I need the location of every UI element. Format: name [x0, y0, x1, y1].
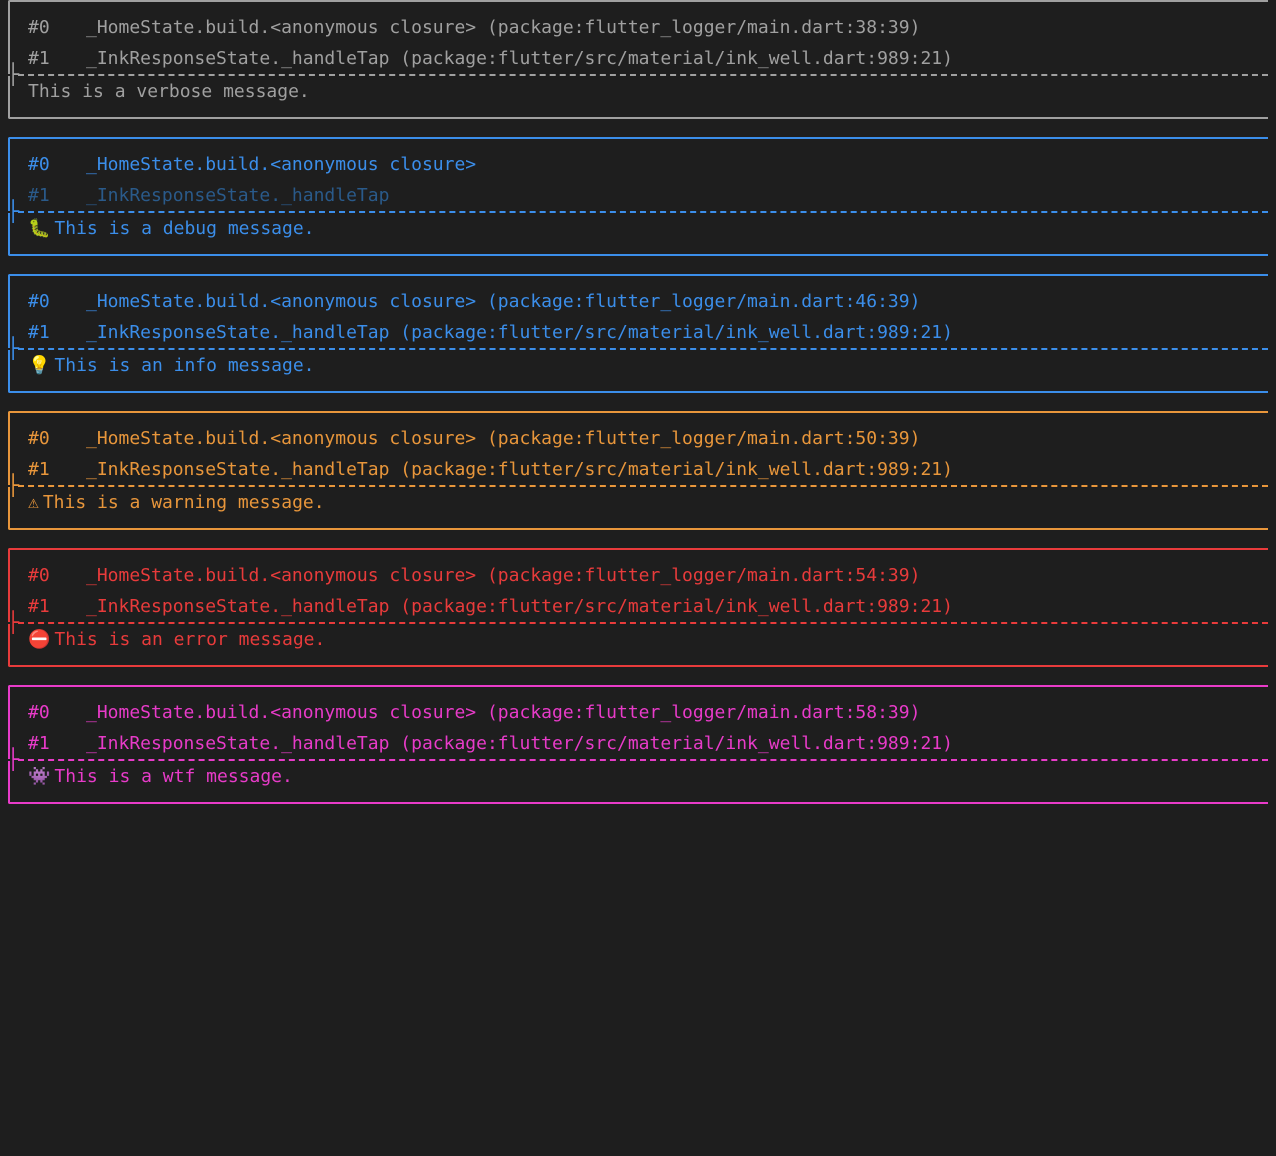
stack-frame: #0_HomeState.build.<anonymous closure> (…	[8, 423, 1268, 454]
box-bottom-border	[8, 381, 1268, 393]
frame-text: _HomeState.build.<anonymous closure> (pa…	[86, 17, 920, 38]
frame-text: _InkResponseState._handleTap (package:fl…	[86, 733, 953, 754]
frame-number: #1	[28, 593, 86, 620]
box-divider	[8, 211, 1268, 213]
log-entry-info: #0_HomeState.build.<anonymous closure> (…	[0, 274, 1276, 393]
stack-frame: #0_HomeState.build.<anonymous closure> (…	[8, 286, 1268, 317]
box-top-border	[8, 685, 1268, 697]
frame-text: _InkResponseState._handleTap (package:fl…	[86, 459, 953, 480]
box-divider	[8, 348, 1268, 350]
stack-frame: #1_InkResponseState._handleTap (package:…	[8, 728, 1268, 759]
frame-text: _HomeState.build.<anonymous closure>	[86, 154, 476, 175]
box-bottom-border	[8, 655, 1268, 667]
log-message-line: ⛔This is an error message.	[8, 624, 1268, 655]
stack-frame: #0_HomeState.build.<anonymous closure> (…	[8, 560, 1268, 591]
frame-text: _HomeState.build.<anonymous closure> (pa…	[86, 702, 920, 723]
info-icon: 💡	[28, 352, 50, 379]
box-bottom-border	[8, 792, 1268, 804]
box-divider	[8, 622, 1268, 624]
log-message-text: This is a debug message.	[54, 218, 314, 239]
log-message-line: 💡This is an info message.	[8, 350, 1268, 381]
log-entry-warning: #0_HomeState.build.<anonymous closure> (…	[0, 411, 1276, 530]
frame-text: _InkResponseState._handleTap (package:fl…	[86, 322, 953, 343]
stack-frame: #1_InkResponseState._handleTap (package:…	[8, 591, 1268, 622]
box-top-border	[8, 548, 1268, 560]
frame-number: #1	[28, 319, 86, 346]
error-icon: ⛔	[28, 626, 50, 653]
frame-number: #0	[28, 288, 86, 315]
stack-frame: #0_HomeState.build.<anonymous closure>	[8, 149, 1268, 180]
stack-frame: #1_InkResponseState._handleTap (package:…	[8, 43, 1268, 74]
frame-text: _InkResponseState._handleTap (package:fl…	[86, 48, 953, 69]
log-message-text: This is a warning message.	[43, 492, 325, 513]
warning-icon: ⚠	[28, 489, 39, 516]
frame-text: _HomeState.build.<anonymous closure> (pa…	[86, 428, 920, 449]
box-top-border	[8, 274, 1268, 286]
log-message-text: This is a verbose message.	[28, 81, 310, 102]
frame-number: #1	[28, 730, 86, 757]
frame-number: #1	[28, 182, 86, 209]
box-top-border	[8, 137, 1268, 149]
log-message-text: This is an error message.	[54, 629, 325, 650]
box-bottom-border	[8, 518, 1268, 530]
log-entry-debug: #0_HomeState.build.<anonymous closure>#1…	[0, 137, 1276, 256]
box-divider	[8, 74, 1268, 76]
stack-frame: #1_InkResponseState._handleTap (package:…	[8, 454, 1268, 485]
log-message-line: 🐛This is a debug message.	[8, 213, 1268, 244]
box-bottom-border	[8, 244, 1268, 256]
log-message-text: This is an info message.	[54, 355, 314, 376]
box-divider	[8, 759, 1268, 761]
log-entry-verbose: #0_HomeState.build.<anonymous closure> (…	[0, 0, 1276, 119]
box-divider	[8, 485, 1268, 487]
box-top-border	[8, 411, 1268, 423]
frame-number: #0	[28, 14, 86, 41]
log-message-text: This is a wtf message.	[54, 766, 292, 787]
frame-number: #0	[28, 562, 86, 589]
log-message-line: ⚠This is a warning message.	[8, 487, 1268, 518]
wtf-icon: 👾	[28, 763, 50, 790]
frame-text: _InkResponseState._handleTap (package:fl…	[86, 596, 953, 617]
frame-number: #0	[28, 425, 86, 452]
frame-text: _HomeState.build.<anonymous closure> (pa…	[86, 565, 920, 586]
stack-frame: #1_InkResponseState._handleTap (package:…	[8, 317, 1268, 348]
frame-text: _InkResponseState._handleTap	[86, 185, 389, 206]
frame-number: #1	[28, 456, 86, 483]
frame-number: #0	[28, 699, 86, 726]
stack-frame: #0_HomeState.build.<anonymous closure> (…	[8, 12, 1268, 43]
stack-frame: #1_InkResponseState._handleTap	[8, 180, 1268, 211]
debug-icon: 🐛	[28, 215, 50, 242]
box-top-border	[8, 0, 1268, 12]
log-entry-error: #0_HomeState.build.<anonymous closure> (…	[0, 548, 1276, 667]
frame-number: #1	[28, 45, 86, 72]
frame-text: _HomeState.build.<anonymous closure> (pa…	[86, 291, 920, 312]
log-entry-wtf: #0_HomeState.build.<anonymous closure> (…	[0, 685, 1276, 804]
box-bottom-border	[8, 107, 1268, 119]
stack-frame: #0_HomeState.build.<anonymous closure> (…	[8, 697, 1268, 728]
log-message-line: This is a verbose message.	[8, 76, 1268, 107]
log-output: #0_HomeState.build.<anonymous closure> (…	[0, 0, 1276, 804]
frame-number: #0	[28, 151, 86, 178]
log-message-line: 👾This is a wtf message.	[8, 761, 1268, 792]
